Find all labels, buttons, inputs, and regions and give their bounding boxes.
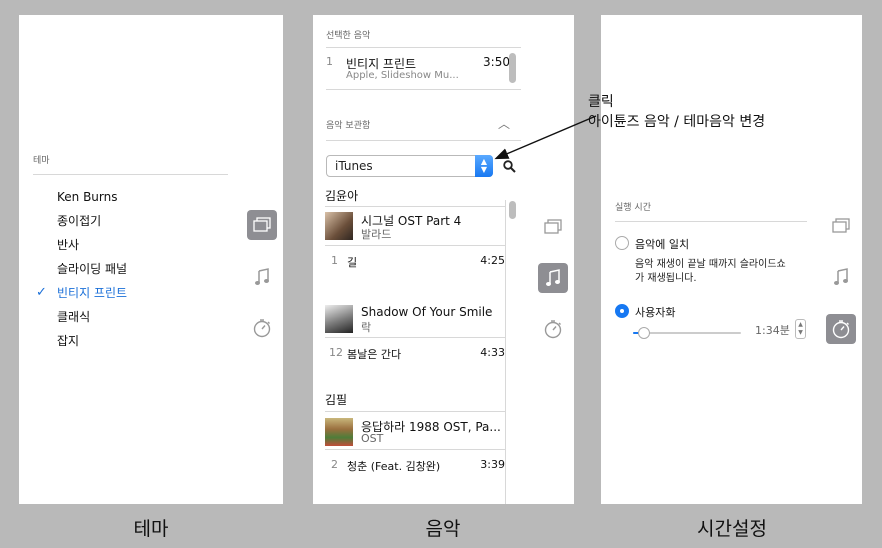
annotation-arrow — [494, 115, 597, 160]
